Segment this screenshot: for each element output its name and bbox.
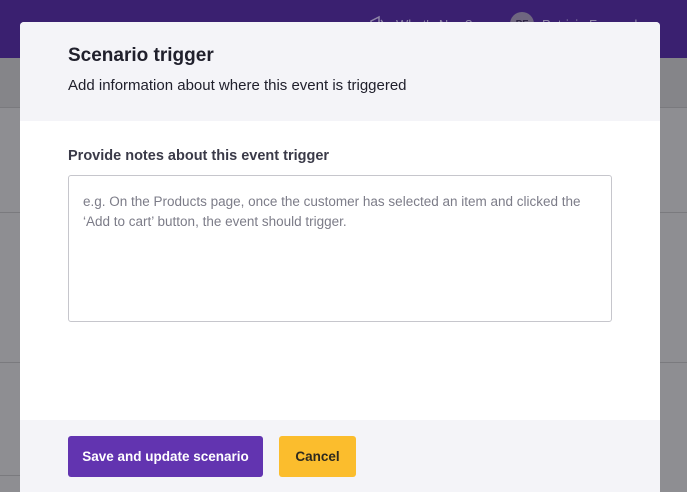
background-divider [0, 475, 22, 476]
background-divider [660, 362, 687, 363]
background-divider [0, 212, 22, 213]
save-and-update-button[interactable]: Save and update scenario [68, 436, 263, 477]
notes-field-label: Provide notes about this event trigger [68, 148, 330, 164]
trigger-notes-textarea[interactable] [68, 175, 612, 322]
modal-footer: Save and update scenario Cancel [20, 420, 660, 492]
cancel-button[interactable]: Cancel [279, 436, 356, 477]
background-divider [0, 362, 22, 363]
modal-subtitle: Add information about where this event i… [68, 77, 407, 94]
modal-title: Scenario trigger [68, 45, 214, 66]
modal-header: Scenario trigger Add information about w… [20, 22, 660, 121]
scenario-trigger-modal: Scenario trigger Add information about w… [20, 22, 660, 492]
background-divider [660, 212, 687, 213]
modal-body: Provide notes about this event trigger [20, 121, 660, 322]
